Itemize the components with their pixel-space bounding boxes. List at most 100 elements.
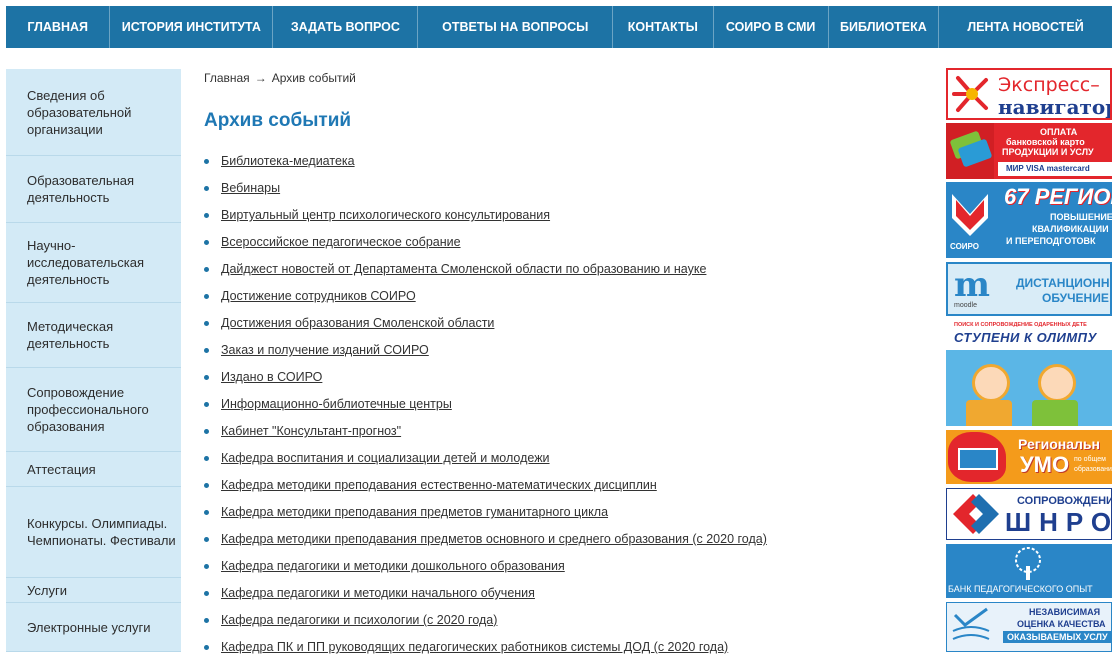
- nav-history[interactable]: ИСТОРИЯ ИНСТИТУТА: [110, 6, 274, 48]
- bullet-icon: [204, 321, 209, 326]
- banner-region-logo: СОИРО: [950, 242, 980, 251]
- sidebar-item-vocational-support[interactable]: Сопровождение профессионального образова…: [6, 368, 181, 452]
- breadcrumb-home-link[interactable]: Главная: [204, 71, 250, 85]
- sidebar-item-research[interactable]: Научно-исследовательская деятельность: [6, 223, 181, 303]
- banner-payment-line1: ОПЛАТА: [1040, 127, 1078, 137]
- nav-home[interactable]: ГЛАВНАЯ: [6, 6, 111, 48]
- banner-independent-quality[interactable]: НЕЗАВИСИМАЯ ОЦЕНКА КАЧЕСТВА ОКАЗЫВАЕМЫХ …: [946, 602, 1112, 652]
- archive-link[interactable]: Всероссийское педагогическое собрание: [221, 235, 461, 249]
- archive-link[interactable]: Вебинары: [221, 181, 280, 195]
- archive-link[interactable]: Кафедра педагогики и методики начального…: [221, 586, 535, 600]
- banner-moodle[interactable]: m moodle ДИСТАНЦИОННО ОБУЧЕНИЕ: [946, 262, 1112, 316]
- sidebar-item-services[interactable]: Услуги: [6, 578, 181, 603]
- archive-list: Библиотека-медиатека Вебинары Виртуальны…: [204, 150, 934, 663]
- archive-link[interactable]: Кафедра воспитания и социализации детей …: [221, 451, 550, 465]
- sidebar-item-label: Аттестация: [27, 461, 96, 477]
- banner-moodle-line2: ОБУЧЕНИЕ: [1042, 291, 1109, 305]
- list-item: Всероссийское педагогическое собрание: [204, 231, 934, 258]
- region-map-icon: [948, 432, 1006, 482]
- sidebar-item-label: Научно-исследовательская деятельность: [27, 238, 145, 287]
- nav-news-feed[interactable]: ЛЕНТА НОВОСТЕЙ: [939, 6, 1112, 48]
- banner-pedagogical-bank[interactable]: БАНК ПЕДАГОГИЧЕСКОГО ОПЫТ: [946, 544, 1112, 598]
- sidebar-item-attestation[interactable]: Аттестация: [6, 452, 181, 487]
- archive-link[interactable]: Кафедра методики преподавания естественн…: [221, 478, 657, 492]
- banner-bank-line1: БАНК ПЕДАГОГИЧЕСКОГО ОПЫТ: [948, 584, 1093, 594]
- card-graphic: [946, 123, 994, 179]
- archive-link[interactable]: Издано в СОИРО: [221, 370, 322, 384]
- archive-link[interactable]: Библиотека-медиатека: [221, 154, 355, 168]
- banner-express-line1: Экспресс–: [998, 74, 1100, 96]
- olympus-picture: [946, 350, 1112, 426]
- list-item: Дайджест новостей от Департамента Смолен…: [204, 258, 934, 285]
- nav-library[interactable]: БИБЛИОТЕКА: [829, 6, 940, 48]
- archive-link[interactable]: Кафедра педагогики и методики дошкольног…: [221, 559, 565, 573]
- list-item: Кафедра методики преподавания естественн…: [204, 474, 934, 501]
- sidebar-item-label: Услуги: [27, 582, 67, 598]
- arrows-logo-icon: [953, 494, 999, 534]
- list-item: Вебинары: [204, 177, 934, 204]
- archive-link[interactable]: Кабинет "Консультант-прогноз": [221, 424, 401, 438]
- list-item: Достижения образования Смоленской област…: [204, 312, 934, 339]
- banner-quality-line3: ОКАЗЫВАЕМЫХ УСЛУ: [1003, 631, 1111, 643]
- banner-region-line1: ПОВЫШЕНИЕ: [1050, 212, 1112, 222]
- sidebar-item-label: Методическая деятельность: [27, 319, 114, 351]
- sidebar-item-label: Сопровождение профессионального образова…: [27, 385, 149, 434]
- bullet-icon: [204, 186, 209, 191]
- banner-shnro-line2: ШНРО: [1005, 507, 1112, 537]
- banner-express-navigator[interactable]: Экспресс– навигатор: [946, 68, 1112, 120]
- archive-link[interactable]: Достижение сотрудников СОИРО: [221, 289, 416, 303]
- archive-link[interactable]: Дайджест новостей от Департамента Смолен…: [221, 262, 706, 276]
- sidebar-item-label: Конкурсы. Олимпиады. Чемпионаты. Фестива…: [27, 516, 176, 548]
- nav-answers[interactable]: ОТВЕТЫ НА ВОПРОСЫ: [418, 6, 614, 48]
- sidebar-item-label: Сведения об образовательной организации: [27, 87, 132, 137]
- archive-link[interactable]: Кафедра методики преподавания предметов …: [221, 505, 608, 519]
- bullet-icon: [204, 456, 209, 461]
- archive-link[interactable]: Достижения образования Смоленской област…: [221, 316, 494, 330]
- banner-payment-cards: МИР VISA mastercard: [998, 162, 1112, 176]
- banner-express-line2: навигатор: [998, 95, 1112, 119]
- banner-quality-line1: НЕЗАВИСИМАЯ: [1029, 607, 1101, 617]
- breadcrumb-current: Архив событий: [271, 71, 356, 85]
- banner-moodle-logo: moodle: [954, 302, 977, 309]
- archive-link[interactable]: Кафедра педагогики и психологии (с 2020 …: [221, 613, 497, 627]
- banner-olympus-title: СТУПЕНИ К ОЛИМПУ: [954, 330, 1097, 345]
- sidebar-item-e-services[interactable]: Электронные услуги: [6, 603, 181, 652]
- list-item: Издано в СОИРО: [204, 366, 934, 393]
- banner-region-67[interactable]: СОИРО 67 РЕГИОН ПОВЫШЕНИЕ КВАЛИФИКАЦИИ И…: [946, 182, 1112, 258]
- banner-moodle-line1: ДИСТАНЦИОННО: [1016, 276, 1112, 290]
- banner-card-payment[interactable]: ОПЛАТА банковской карто ПРОДУКЦИИ И УСЛУ…: [946, 123, 1112, 179]
- archive-link[interactable]: Информационно-библиотечные центры: [221, 397, 452, 411]
- bullet-icon: [204, 645, 209, 650]
- banner-olympus[interactable]: ПОИСК И СОПРОВОЖДЕНИЕ ОДАРЕННЫХ ДЕТЕ СТУ…: [946, 320, 1112, 426]
- sidebar-item-label: Электронные услуги: [27, 619, 151, 635]
- archive-link[interactable]: Заказ и получение изданий СОИРО: [221, 343, 429, 357]
- sidebar-item-methodology[interactable]: Методическая деятельность: [6, 303, 181, 368]
- list-item: Заказ и получение изданий СОИРО: [204, 339, 934, 366]
- banner-region-title: 67 РЕГИОН: [1004, 184, 1112, 209]
- boy-icon: [1038, 364, 1076, 402]
- list-item: Виртуальный центр психологического консу…: [204, 204, 934, 231]
- bullet-icon: [204, 159, 209, 164]
- list-item: Кафедра методики преподавания предметов …: [204, 501, 934, 528]
- bullet-icon: [204, 510, 209, 515]
- nav-contacts[interactable]: КОНТАКТЫ: [613, 6, 714, 48]
- banner-umo[interactable]: Региональн УМО по общем образовани: [946, 430, 1112, 484]
- sidebar-item-competitions[interactable]: Конкурсы. Олимпиады. Чемпионаты. Фестива…: [6, 487, 181, 578]
- archive-link[interactable]: Кафедра методики преподавания предметов …: [221, 532, 767, 546]
- nav-media[interactable]: СОИРО В СМИ: [714, 6, 829, 48]
- tree-icon: [1015, 547, 1041, 580]
- sidebar-item-education[interactable]: Образовательная деятельность: [6, 156, 181, 223]
- banner-payment-line3: ПРОДУКЦИИ И УСЛУ: [1002, 147, 1094, 157]
- banner-payment-line2: банковской карто: [1006, 137, 1085, 147]
- sidebar-item-organization-info[interactable]: Сведения об образовательной организации: [6, 69, 181, 156]
- archive-link[interactable]: Виртуальный центр психологического консу…: [221, 208, 550, 222]
- banner-umo-line3: по общем: [1074, 456, 1106, 463]
- sidebar-item-label: Образовательная деятельность: [27, 173, 135, 205]
- list-item: Кафедра методики преподавания предметов …: [204, 528, 934, 555]
- bullet-icon: [204, 429, 209, 434]
- girl-body: [966, 400, 1012, 426]
- banner-shnro[interactable]: СОПРОВОЖДЕНИ ШНРО: [946, 488, 1112, 540]
- bullet-icon: [204, 591, 209, 596]
- list-item: Кафедра воспитания и социализации детей …: [204, 447, 934, 474]
- nav-ask-question[interactable]: ЗАДАТЬ ВОПРОС: [273, 6, 419, 48]
